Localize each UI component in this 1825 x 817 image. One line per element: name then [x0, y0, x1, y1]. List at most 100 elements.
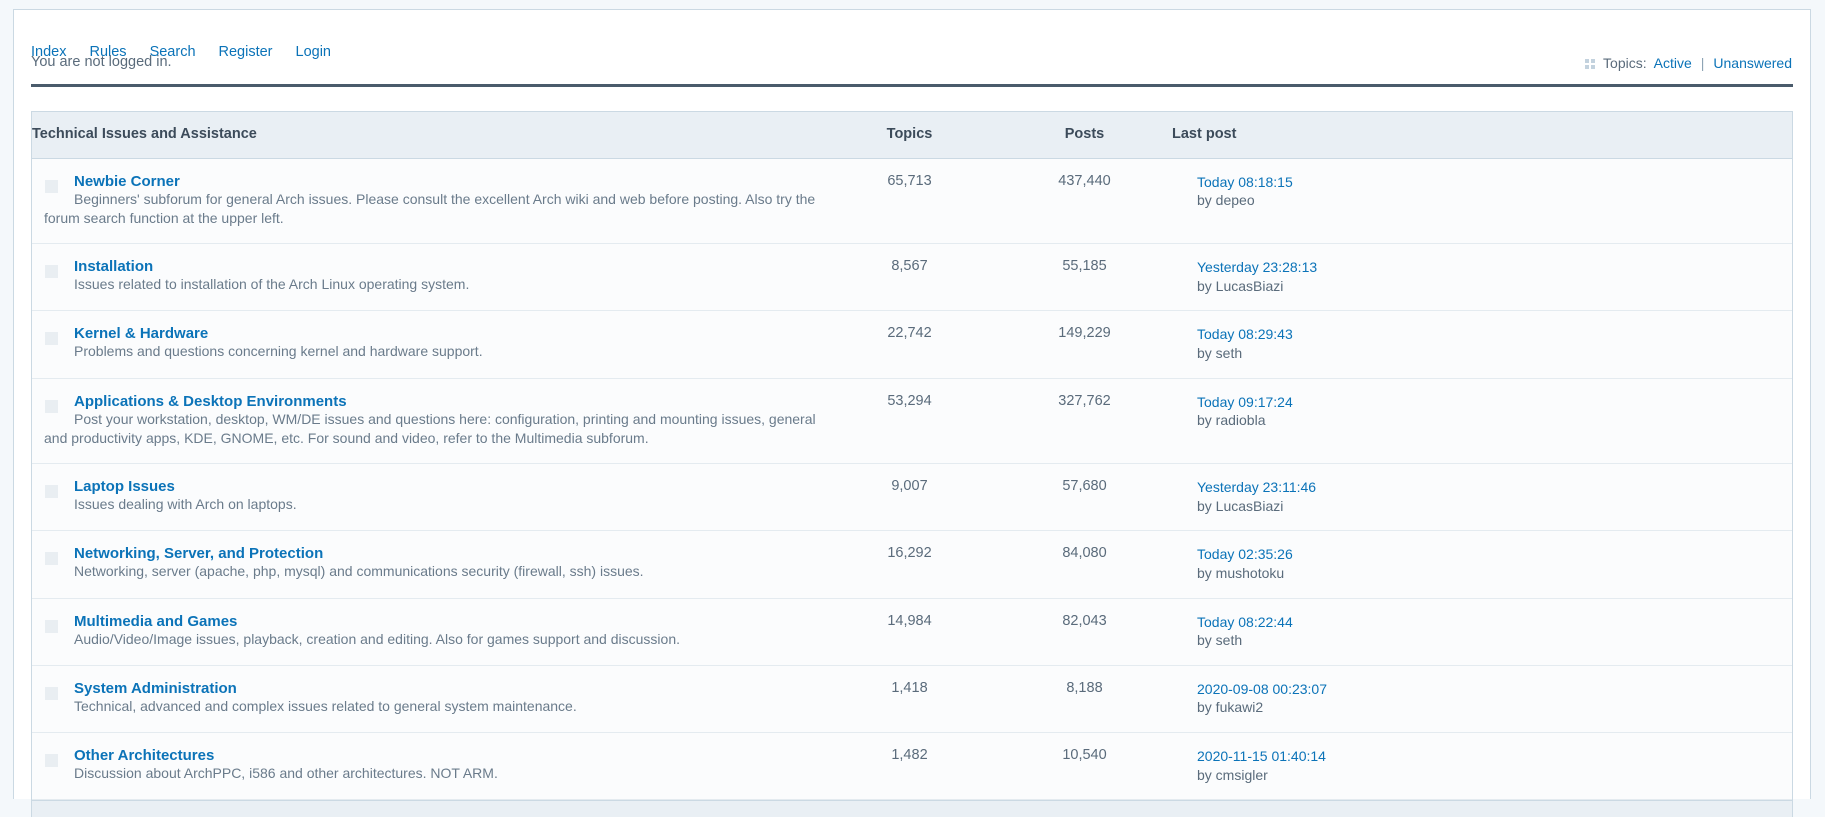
forum-topics-count: 16,292: [822, 531, 997, 598]
lastpost-author: by mushotoku: [1197, 564, 1792, 583]
topics-filter: Topics: Active | Unanswered: [1585, 55, 1792, 71]
forum-lastpost-cell: Yesterday 23:28:13by LucasBiazi: [1172, 244, 1792, 311]
topics-active-link[interactable]: Active: [1654, 55, 1692, 71]
forum-row: Other ArchitecturesDiscussion about Arch…: [32, 733, 1792, 800]
lastpost-link[interactable]: Today 08:29:43: [1197, 325, 1792, 344]
forum-name: Kernel & Hardware: [74, 325, 822, 342]
forum-link[interactable]: Kernel & Hardware: [74, 325, 208, 342]
forum-table: Technical Issues and Assistance Topics P…: [32, 112, 1792, 800]
forum-row: Laptop IssuesIssues dealing with Arch on…: [32, 464, 1792, 531]
page-frame: IndexRulesSearchRegisterLogin You are no…: [13, 9, 1811, 799]
forum-posts-count: 55,185: [997, 244, 1172, 311]
topics-separator: |: [1701, 55, 1705, 71]
lastpost-author: by depeo: [1197, 191, 1792, 210]
forum-description: Post your workstation, desktop, WM/DE is…: [44, 411, 816, 446]
forum-link[interactable]: Installation: [74, 258, 153, 275]
forum-name: Installation: [74, 258, 822, 275]
forum-row: Kernel & HardwareProblems and questions …: [32, 311, 1792, 378]
forum-description: Discussion about ArchPPC, i586 and other…: [74, 765, 498, 781]
forum-cell-info: Other ArchitecturesDiscussion about Arch…: [32, 733, 822, 800]
forum-status-icon: [45, 265, 58, 278]
forum-status-icon: [45, 180, 58, 193]
forum-posts-count: 149,229: [997, 311, 1172, 378]
forum-row: Applications & Desktop EnvironmentsPost …: [32, 378, 1792, 464]
lastpost-author: by radiobla: [1197, 411, 1792, 430]
lastpost-link[interactable]: Yesterday 23:11:46: [1197, 478, 1792, 497]
forum-topics-count: 1,418: [822, 665, 997, 732]
column-header-topics: Topics: [822, 112, 997, 158]
forum-posts-count: 327,762: [997, 378, 1172, 464]
lastpost-author: by seth: [1197, 344, 1792, 363]
lastpost-author: by fukawi2: [1197, 698, 1792, 717]
forum-row: Newbie CornerBeginners' subforum for gen…: [32, 158, 1792, 244]
forum-table-head: Technical Issues and Assistance Topics P…: [32, 112, 1792, 158]
forum-posts-count: 57,680: [997, 464, 1172, 531]
forum-cell-info: Networking, Server, and ProtectionNetwor…: [32, 531, 822, 598]
lastpost-link[interactable]: Today 08:22:44: [1197, 613, 1792, 632]
forum-topics-count: 8,567: [822, 244, 997, 311]
lastpost-link[interactable]: 2020-09-08 00:23:07: [1197, 680, 1792, 699]
forum-topics-count: 1,482: [822, 733, 997, 800]
forum-name: Laptop Issues: [74, 478, 822, 495]
forum-posts-count: 84,080: [997, 531, 1172, 598]
forum-cell-info: Applications & Desktop EnvironmentsPost …: [32, 378, 822, 464]
forum-row: System AdministrationTechnical, advanced…: [32, 665, 1792, 732]
forum-link[interactable]: Applications & Desktop Environments: [74, 393, 347, 410]
forum-description: Problems and questions concerning kernel…: [74, 343, 483, 359]
lastpost-link[interactable]: Today 08:18:15: [1197, 173, 1792, 192]
forum-posts-count: 10,540: [997, 733, 1172, 800]
lastpost-author: by LucasBiazi: [1197, 277, 1792, 296]
forum-status-icon: [45, 400, 58, 413]
grid-icon: [1585, 59, 1596, 70]
main-navigation: IndexRulesSearchRegisterLogin: [31, 10, 1793, 46]
forum-row: Networking, Server, and ProtectionNetwor…: [32, 531, 1792, 598]
forum-name: Applications & Desktop Environments: [74, 393, 822, 410]
forum-cell-info: Laptop IssuesIssues dealing with Arch on…: [32, 464, 822, 531]
lastpost-link[interactable]: Today 02:35:26: [1197, 545, 1792, 564]
forum-name: Multimedia and Games: [74, 613, 822, 630]
forum-lastpost-cell: 2020-11-15 01:40:14by cmsigler: [1172, 733, 1792, 800]
forum-cell-info: Kernel & HardwareProblems and questions …: [32, 311, 822, 378]
forum-cell-info: Newbie CornerBeginners' subforum for gen…: [32, 158, 822, 244]
lastpost-author: by cmsigler: [1197, 766, 1792, 785]
topics-unanswered-link[interactable]: Unanswered: [1713, 55, 1792, 71]
forum-status-icon: [45, 552, 58, 565]
forum-name: Other Architectures: [74, 747, 822, 764]
forum-description: Technical, advanced and complex issues r…: [74, 698, 577, 714]
forum-link[interactable]: Laptop Issues: [74, 478, 175, 495]
forum-link[interactable]: Other Architectures: [74, 747, 214, 764]
login-status-text: You are not logged in.: [31, 54, 1793, 70]
forum-topics-count: 9,007: [822, 464, 997, 531]
forum-description: Issues dealing with Arch on laptops.: [74, 496, 297, 512]
lastpost-link[interactable]: Today 09:17:24: [1197, 393, 1792, 412]
forum-posts-count: 82,043: [997, 598, 1172, 665]
forum-table-header-row: Technical Issues and Assistance Topics P…: [32, 112, 1792, 158]
forum-lastpost-cell: Today 02:35:26by mushotoku: [1172, 531, 1792, 598]
welcome-bar: You are not logged in. Topics: Active | …: [31, 46, 1793, 84]
lastpost-author: by LucasBiazi: [1197, 497, 1792, 516]
forum-row: Multimedia and GamesAudio/Video/Image is…: [32, 598, 1792, 665]
forum-name: Newbie Corner: [74, 173, 822, 190]
forum-cell-info: Multimedia and GamesAudio/Video/Image is…: [32, 598, 822, 665]
forum-lastpost-cell: Today 09:17:24by radiobla: [1172, 378, 1792, 464]
lastpost-link[interactable]: Yesterday 23:28:13: [1197, 258, 1792, 277]
forum-table-body: Newbie CornerBeginners' subforum for gen…: [32, 158, 1792, 800]
forum-link[interactable]: Networking, Server, and Protection: [74, 545, 323, 562]
forum-lastpost-cell: Today 08:22:44by seth: [1172, 598, 1792, 665]
forum-link[interactable]: Multimedia and Games: [74, 613, 237, 630]
header-divider: [31, 84, 1793, 87]
forum-posts-count: 437,440: [997, 158, 1172, 244]
forum-category-block: Technical Issues and Assistance Topics P…: [31, 111, 1793, 817]
forum-row: InstallationIssues related to installati…: [32, 244, 1792, 311]
forum-description: Issues related to installation of the Ar…: [74, 276, 469, 292]
forum-table-footer: [32, 800, 1792, 817]
forum-lastpost-cell: 2020-09-08 00:23:07by fukawi2: [1172, 665, 1792, 732]
forum-topics-count: 22,742: [822, 311, 997, 378]
forum-status-icon: [45, 332, 58, 345]
lastpost-link[interactable]: 2020-11-15 01:40:14: [1197, 747, 1792, 766]
lastpost-author: by seth: [1197, 631, 1792, 650]
forum-link[interactable]: Newbie Corner: [74, 173, 180, 190]
forum-lastpost-cell: Yesterday 23:11:46by LucasBiazi: [1172, 464, 1792, 531]
forum-status-icon: [45, 620, 58, 633]
forum-link[interactable]: System Administration: [74, 680, 237, 697]
